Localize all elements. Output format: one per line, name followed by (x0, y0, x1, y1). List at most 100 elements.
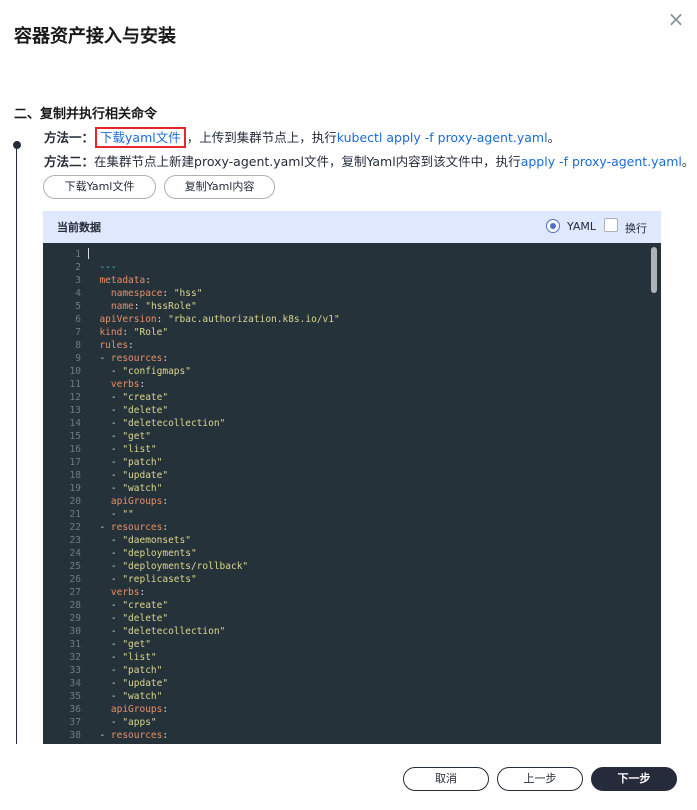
code-token: apiVersion (88, 314, 157, 325)
code-token: - (88, 665, 123, 676)
code-line: - "deletecollection" (88, 417, 225, 430)
line-number: 24 (69, 548, 81, 559)
next-step-button[interactable]: 下一步 (591, 767, 677, 791)
line-number: 26 (69, 574, 81, 585)
code-token: resources (110, 522, 163, 533)
code-token: : (162, 704, 169, 715)
code-token: - (88, 574, 123, 585)
code-line: - "replicasets" (88, 573, 197, 586)
code-token: - (88, 457, 123, 468)
yaml-radio[interactable] (546, 219, 560, 233)
code-line: name: "hssRole" (88, 300, 197, 313)
code-line: - "delete" (88, 612, 168, 625)
line-number: 4 (75, 288, 81, 299)
code-token: "delete" (122, 405, 169, 416)
code-token: "deployments/rollback" (122, 561, 249, 572)
code-line: verbs: (88, 378, 145, 391)
code-token: resources (110, 730, 163, 741)
method-two: 方法二：在集群节点上新建proxy-agent.yaml文件，复制Yaml内容到… (44, 151, 694, 170)
code-token: - (88, 613, 123, 624)
method-one-text: ，上传到集群节点上，执行 (186, 130, 337, 145)
line-number: 23 (69, 535, 81, 546)
code-line: - "deployments" (88, 547, 197, 560)
code-line: - "deletecollection" (88, 625, 225, 638)
prev-step-button[interactable]: 上一步 (497, 767, 583, 791)
code-token: resources (110, 353, 163, 364)
line-number: 27 (69, 587, 81, 598)
yaml-radio-label[interactable]: YAML (567, 220, 596, 233)
code-line: apiGroups: (88, 495, 168, 508)
code-token: - (88, 392, 123, 403)
code-token: : (162, 496, 169, 507)
line-number: 32 (69, 652, 81, 663)
code-token: - (88, 717, 123, 728)
code-token: - (88, 535, 123, 546)
code-line: - "update" (88, 677, 168, 690)
line-number: 8 (75, 340, 81, 351)
code-token: "deletecollection" (122, 418, 226, 429)
line-number: 11 (69, 379, 81, 390)
line-number: 29 (69, 613, 81, 624)
method-two-label: 方法二： (44, 154, 95, 169)
code-token: - (88, 626, 123, 637)
code-token: apiGroups (88, 704, 163, 715)
copy-yaml-button[interactable]: 复制Yaml内容 (164, 175, 275, 199)
text-cursor (88, 248, 89, 259)
yaml-editor[interactable]: 1 2 3 4 5 6 7 8 9 10 11 12 13 14 15 16 17 18 19 20 21 22 23 24 2… (43, 243, 661, 744)
line-number: 20 (69, 496, 81, 507)
code-line: - "delete" (88, 404, 168, 417)
panel-title: 当前数据 (57, 221, 101, 234)
code-line: - "get" (88, 430, 151, 443)
line-number: 5 (75, 301, 81, 312)
download-yaml-button[interactable]: 下载Yaml文件 (43, 175, 156, 199)
editor-scrollbar[interactable] (651, 247, 657, 293)
code-token: "daemonsets" (122, 535, 191, 546)
code-line: kind: "Role" (88, 326, 168, 339)
code-line: - "watch" (88, 690, 163, 703)
code-token: "delete" (122, 613, 169, 624)
code-token: - (88, 470, 123, 481)
panel-header: 当前数据 YAML 换行 (43, 211, 661, 243)
code-line: metadata: (88, 274, 151, 287)
code-token: : (139, 379, 146, 390)
code-line: - resources: (88, 352, 168, 365)
code-token: - (88, 600, 123, 611)
line-number: 31 (69, 639, 81, 650)
code-token: : (139, 587, 146, 598)
code-token: "" (122, 509, 134, 520)
line-number: 1 (75, 249, 81, 260)
line-number: 10 (69, 366, 81, 377)
code-token: --- (88, 262, 117, 273)
code-token: "update" (122, 678, 169, 689)
code-line: - "configmaps" (88, 365, 191, 378)
wrap-checkbox-label[interactable]: 换行 (625, 220, 647, 236)
code-token: : (122, 327, 134, 338)
code-token: verbs (88, 379, 140, 390)
wrap-checkbox[interactable] (604, 218, 618, 232)
code-token: "deployments" (122, 548, 197, 559)
code-token: "patch" (122, 457, 163, 468)
code-line: rules: (88, 339, 133, 352)
code-token: : (162, 522, 169, 533)
method-one-command: kubectl apply -f proxy-agent.yaml (336, 130, 548, 145)
code-token: "deletecollection" (122, 626, 226, 637)
code-token: name (88, 301, 134, 312)
section-title: 二、复制并执行相关命令 (14, 107, 158, 122)
code-token: rules (88, 340, 129, 351)
code-token: - (88, 418, 123, 429)
download-yaml-link[interactable]: 下载yaml文件 (95, 127, 186, 148)
code-token: "get" (122, 431, 151, 442)
line-number: 19 (69, 483, 81, 494)
line-number: 2 (75, 262, 81, 273)
code-token: "create" (122, 392, 169, 403)
code-token: - (88, 431, 123, 442)
code-line: namespace: "hss" (88, 287, 203, 300)
code-token: namespace (88, 288, 163, 299)
line-number: 33 (69, 665, 81, 676)
cancel-button[interactable]: 取消 (403, 767, 489, 791)
code-line: - "list" (88, 651, 157, 664)
method-two-command: apply -f proxy-agent.yaml (520, 154, 682, 169)
close-icon[interactable]: × (666, 9, 686, 29)
code-line: - "" (88, 508, 134, 521)
code-line: apiVersion: "rbac.authorization.k8s.io/v… (88, 313, 339, 326)
